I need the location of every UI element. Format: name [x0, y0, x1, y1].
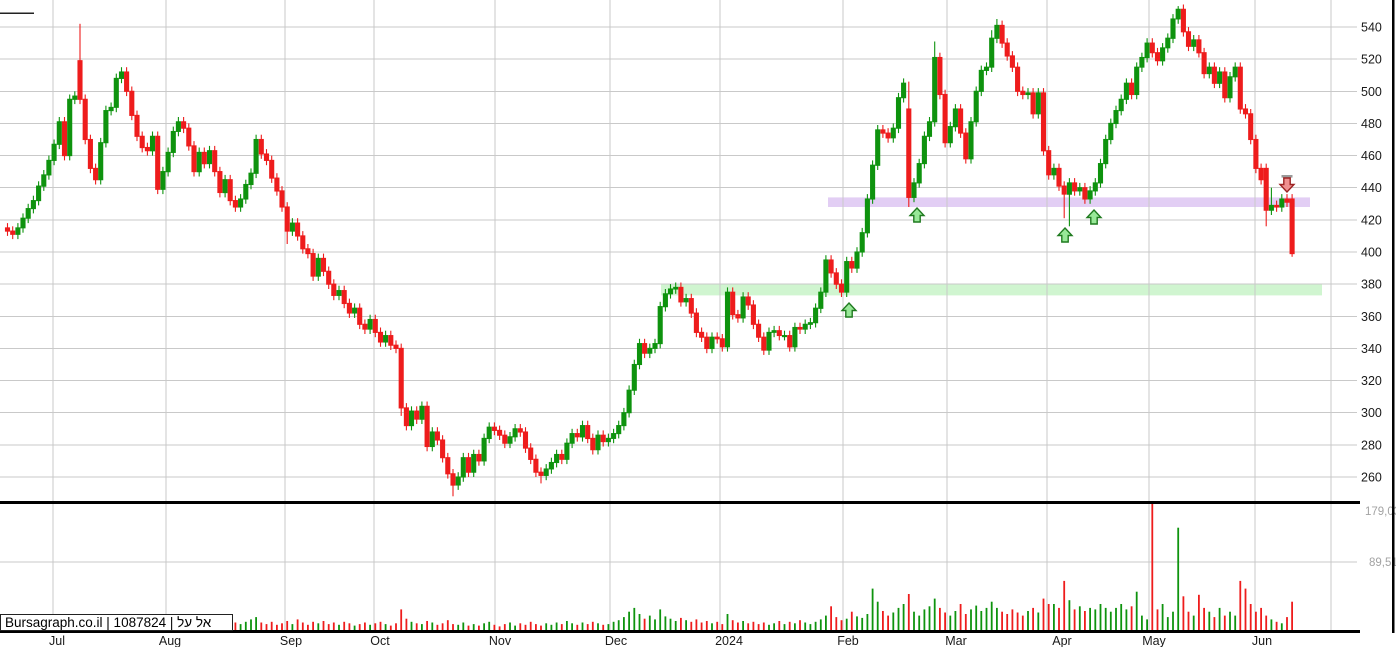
- svg-text:Mar: Mar: [945, 634, 967, 647]
- candles-up: [15, 6, 1285, 490]
- svg-text:Jun: Jun: [1252, 634, 1272, 647]
- sell-arrow-cap-5: [1281, 175, 1293, 178]
- svg-text:340: 340: [1361, 342, 1382, 356]
- right-border: [1392, 0, 1395, 633]
- svg-text:380: 380: [1361, 278, 1382, 292]
- svg-text:Feb: Feb: [837, 634, 859, 647]
- sell-arrow-icon-5: [1278, 177, 1296, 194]
- svg-text:Dec: Dec: [605, 634, 627, 647]
- svg-text:500: 500: [1361, 85, 1382, 99]
- chart-window: 260 280 300 320 340 360 380 400 420 440 460 480 500 5…: [0, 0, 1396, 647]
- svg-text:280: 280: [1361, 438, 1382, 452]
- svg-text:89,519: 89,519: [1369, 557, 1396, 569]
- price-axis-labels: 260 280 300 320 340 360 380 400 420 440 460 480 500 5…: [1361, 21, 1382, 485]
- svg-text:480: 480: [1361, 117, 1382, 131]
- month-labels: Jul Aug Sep Oct Nov Dec 2024 Feb Mar Apr May Jun: [49, 634, 1272, 647]
- buy-arrow-icon-1: [840, 301, 858, 318]
- svg-text:300: 300: [1361, 406, 1382, 420]
- candles-down: [4, 4, 1295, 497]
- price-gridlines: [0, 26, 1357, 478]
- svg-text:Sep: Sep: [280, 634, 302, 647]
- top-left-line: [0, 12, 34, 15]
- svg-text:2024: 2024: [715, 634, 743, 647]
- svg-text:460: 460: [1361, 149, 1382, 163]
- buy-arrow-icon-4: [1085, 208, 1103, 225]
- svg-text:440: 440: [1361, 181, 1382, 195]
- svg-text:520: 520: [1361, 53, 1382, 67]
- svg-text:Nov: Nov: [489, 634, 512, 647]
- svg-text:400: 400: [1361, 246, 1382, 260]
- support-zone: [661, 284, 1322, 296]
- volume-axis-labels: 179,038 89,519: [1365, 506, 1396, 569]
- svg-text:May: May: [1142, 634, 1166, 647]
- candlestick-chart: 260 280 300 320 340 360 380 400 420 440 460 480 500 5…: [0, 0, 1396, 647]
- svg-text:320: 320: [1361, 374, 1382, 388]
- month-gridlines: [52, 0, 1332, 631]
- svg-text:Aug: Aug: [159, 634, 181, 647]
- volume-panel-separator: [0, 501, 1360, 504]
- svg-text:179,038: 179,038: [1365, 506, 1396, 518]
- svg-text:540: 540: [1361, 21, 1382, 35]
- branding-label: Bursagraph.co.il | 1087824 | אל על: [5, 615, 212, 630]
- svg-text:Apr: Apr: [1052, 634, 1071, 647]
- svg-text:Oct: Oct: [370, 634, 390, 647]
- svg-text:420: 420: [1361, 213, 1382, 227]
- svg-text:Jul: Jul: [49, 634, 65, 647]
- svg-text:260: 260: [1361, 471, 1382, 485]
- buy-arrow-icon-3: [1056, 226, 1074, 243]
- svg-text:360: 360: [1361, 310, 1382, 324]
- branding-label-box: Bursagraph.co.il | 1087824 | אל על: [0, 614, 233, 631]
